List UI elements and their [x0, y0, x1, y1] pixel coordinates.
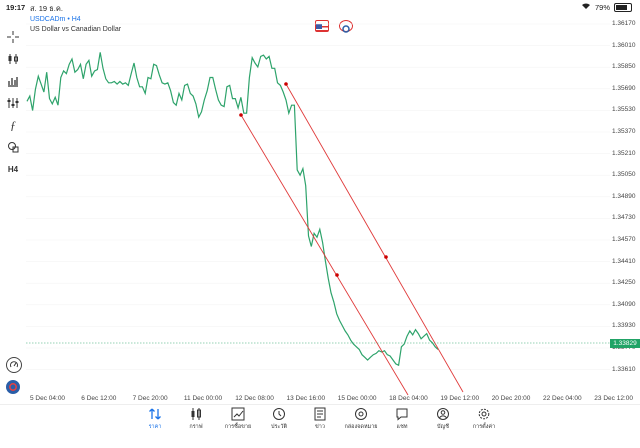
- price-axis-label: 1.34890: [612, 192, 636, 200]
- chat-bubble-icon: [382, 407, 422, 423]
- time-axis-label: 22 Dec 04:00: [543, 395, 582, 402]
- nav-label: กล่องจดหมาย: [344, 424, 378, 430]
- current-price-tag: 1.33829: [610, 339, 640, 348]
- price-axis-label: 1.35210: [612, 149, 636, 157]
- time-axis-label: 13 Dec 16:00: [286, 395, 326, 402]
- time-axis-label: 5 Dec 04:00: [30, 395, 66, 402]
- trend-point: [335, 273, 339, 277]
- time-axis-label: 7 Dec 20:00: [132, 395, 168, 402]
- nav-news[interactable]: ข่าว: [300, 407, 340, 431]
- nav-history[interactable]: ประวัติ: [259, 407, 299, 431]
- price-axis-label: 1.34250: [612, 279, 636, 287]
- at-mail-icon: [341, 407, 381, 423]
- price-axis-label: 1.35370: [612, 128, 636, 135]
- price-axis-label: 1.35050: [612, 171, 636, 179]
- time-axis-label: 19 Dec 12:00: [440, 395, 480, 402]
- time-axis-label: 20 Dec 20:00: [491, 395, 531, 402]
- nav-mailbox[interactable]: กล่องจดหมาย: [341, 407, 381, 431]
- trend-point: [284, 82, 288, 86]
- price-axis-label: 1.35850: [612, 63, 636, 71]
- account-user-icon: [423, 407, 463, 423]
- price-axis-label: 1.35530: [612, 106, 636, 114]
- arrows-updown-icon: [135, 407, 175, 423]
- nav-label: ราคา: [148, 424, 162, 430]
- time-axis-label: 23 Dec 12:00: [594, 395, 633, 402]
- price-chart[interactable]: [0, 0, 640, 447]
- price-axis-label: 1.34410: [612, 257, 636, 265]
- price-axis-label: 1.35690: [612, 84, 636, 92]
- trendline-lower: [240, 114, 409, 396]
- price-axis-label: 1.34570: [612, 236, 636, 243]
- trend-point: [384, 255, 388, 259]
- trade-chart-icon: [218, 407, 258, 423]
- nav-account[interactable]: บัญชี: [423, 407, 463, 431]
- bottom-nav: ราคา กราฟ การซื้อขาย ประวัติ ข่าว กล่องจ…: [0, 404, 640, 448]
- nav-settings[interactable]: การตั้งค่า: [464, 407, 504, 431]
- nav-trade[interactable]: การซื้อขาย: [218, 407, 258, 431]
- nav-quotes[interactable]: ราคา: [135, 407, 175, 431]
- time-axis-label: 18 Dec 04:00: [389, 395, 428, 402]
- time-axis-label: 6 Dec 12:00: [81, 395, 117, 402]
- price-axis-label: 1.34730: [612, 214, 636, 222]
- nav-chat[interactable]: แชท: [382, 407, 422, 431]
- trend-point: [239, 113, 243, 117]
- gear-icon: [464, 407, 504, 423]
- nav-label: การซื้อขาย: [224, 424, 252, 430]
- history-clock-icon: [259, 407, 299, 423]
- time-axis-label: 11 Dec 00:00: [183, 395, 223, 402]
- nav-chart[interactable]: กราฟ: [176, 407, 216, 431]
- price-axis-label: 1.33930: [612, 322, 636, 330]
- time-axis-label: 12 Dec 08:00: [235, 395, 274, 402]
- news-icon: [300, 407, 340, 423]
- price-axis-label: 1.34090: [612, 300, 636, 308]
- nav-label: กราฟ: [189, 424, 203, 430]
- price-axis-label: 1.33610: [612, 365, 636, 373]
- nav-label: บัญชี: [437, 424, 449, 430]
- nav-label: ประวัติ: [270, 424, 288, 430]
- time-axis-label: 15 Dec 00:00: [337, 395, 377, 402]
- price-axis-label: 1.36170: [612, 20, 636, 27]
- nav-label: ข่าว: [315, 424, 325, 430]
- nav-label: แชท: [396, 424, 408, 430]
- price-axis-label: 1.36010: [612, 41, 636, 49]
- nav-label: การตั้งค่า: [472, 424, 496, 430]
- candlestick-nav-icon: [176, 407, 216, 423]
- price-line: [26, 52, 439, 367]
